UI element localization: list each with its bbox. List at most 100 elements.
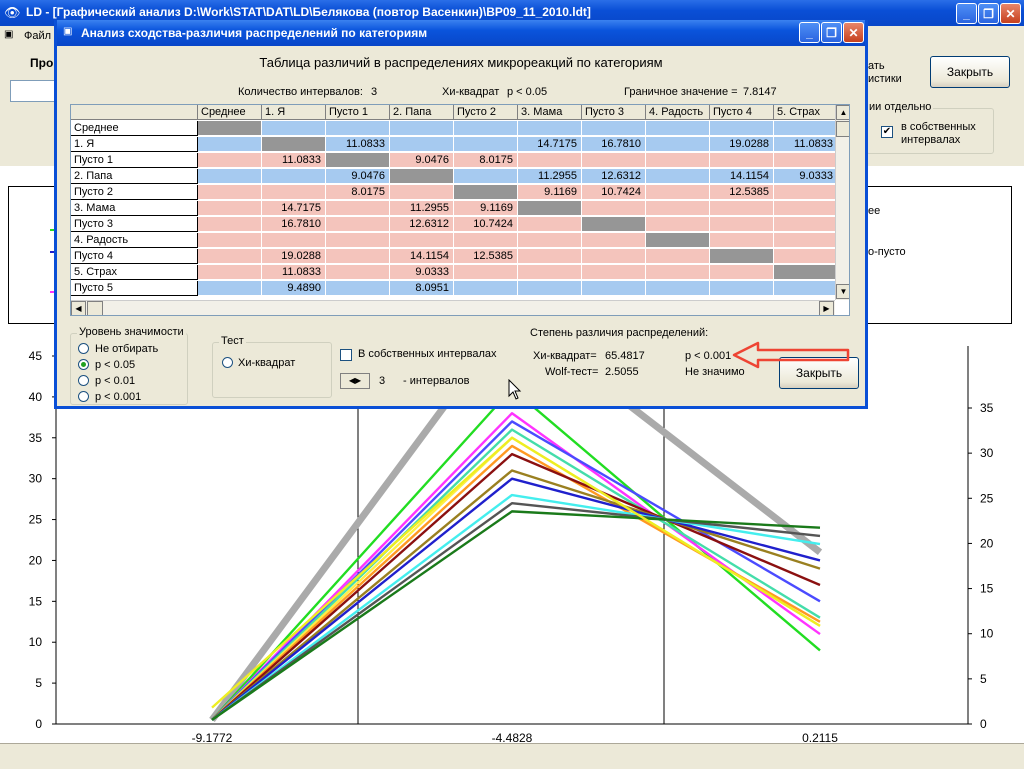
radio-p005[interactable]	[78, 359, 89, 370]
table-cell	[710, 249, 774, 264]
main-window-title: LD - [Графический анализ D:\Work\STAT\DA…	[26, 5, 591, 19]
y-right-tick-label: 35	[980, 401, 994, 415]
table-cell: 12.6312	[390, 217, 454, 232]
x-tick-label: -4.4828	[492, 731, 533, 743]
table-cell: 8.0951	[390, 281, 454, 296]
table-row-header: Пусто 1	[71, 153, 198, 168]
dialog-close-button[interactable]: ✕	[843, 22, 864, 43]
radio-no-filter[interactable]	[78, 343, 89, 354]
table-cell	[518, 249, 582, 264]
table-cell	[646, 201, 710, 216]
boundary-label: Граничное значение =	[624, 86, 738, 98]
table-cell: 8.0175	[326, 185, 390, 200]
minimize-button[interactable]: _	[956, 3, 977, 24]
table-cell: 11.0833	[774, 137, 835, 152]
maximize-button[interactable]: ❐	[978, 3, 999, 24]
dialog-maximize-button[interactable]: ❐	[821, 22, 842, 43]
table-vertical-scrollbar[interactable]: ▲ ▼	[835, 105, 849, 300]
table-cell: 9.4890	[262, 281, 326, 296]
result-chi-p: p < 0.001	[685, 350, 732, 362]
table-row-header: Среднее	[71, 121, 198, 136]
intervals-stepper-suffix: - интервалов	[403, 375, 470, 387]
table-cell	[454, 185, 518, 200]
table-title: Таблица различий в распределениях микрор…	[259, 55, 663, 70]
table-row-header: Пусто 2	[71, 185, 198, 200]
y-left-tick-label: 10	[29, 635, 43, 649]
table-cell	[710, 217, 774, 232]
table-cell: 8.0175	[454, 153, 518, 168]
own-intervals-checkbox[interactable]	[340, 349, 352, 361]
scroll-down-button[interactable]: ▼	[836, 284, 849, 299]
chi-label: Хи-квадрат	[442, 86, 500, 98]
table-column-header: Среднее	[198, 105, 262, 120]
radio-p0001[interactable]	[78, 391, 89, 402]
table-cell: 19.0288	[710, 137, 774, 152]
table-cell	[774, 281, 835, 296]
close-button[interactable]: ✕	[1000, 3, 1021, 24]
radio-p005-label: p < 0.05	[95, 359, 136, 371]
table-row-header: 3. Мама	[71, 201, 198, 216]
result-wolf-label: Wolf-тест=	[545, 366, 599, 378]
table-cell	[454, 281, 518, 296]
table-cell	[710, 121, 774, 136]
table-cell	[774, 201, 835, 216]
table-cell	[198, 281, 262, 296]
table-cell	[646, 265, 710, 280]
table-horizontal-scrollbar[interactable]: ◀ ▶	[71, 300, 835, 315]
menu-file[interactable]: Файл	[24, 30, 51, 42]
document-icon[interactable]: ▣	[4, 29, 13, 40]
table-cell	[198, 121, 262, 136]
intervals-label: Количество интервалов:	[238, 86, 363, 98]
y-left-tick-label: 30	[29, 472, 43, 486]
own-intervals-main-checkbox[interactable]: ✔	[881, 126, 893, 138]
boundary-value: 7.8147	[743, 86, 777, 98]
table-cell: 10.7424	[454, 217, 518, 232]
stats-button-label[interactable]: ать истики	[868, 60, 902, 86]
table-cell	[774, 233, 835, 248]
table-cell: 11.0833	[326, 137, 390, 152]
table-cell: 14.7175	[518, 137, 582, 152]
significance-group: Уровень значимости Не отбирать p < 0.05 …	[70, 326, 188, 405]
toolbar-input[interactable]	[10, 80, 58, 102]
radio-p001[interactable]	[78, 375, 89, 386]
table-cell	[646, 249, 710, 264]
table-cell	[774, 249, 835, 264]
table-cell: 9.1169	[518, 185, 582, 200]
hscroll-thumb[interactable]	[87, 301, 103, 315]
table-cell	[646, 153, 710, 168]
scroll-left-button[interactable]: ◀	[71, 301, 86, 315]
table-cell	[262, 185, 326, 200]
result-wolf-value: 2.5055	[605, 366, 639, 378]
table-cell	[326, 121, 390, 136]
y-right-tick-label: 25	[980, 491, 994, 505]
table-cell	[646, 137, 710, 152]
main-close-button[interactable]: Закрыть	[930, 56, 1010, 88]
table-cell	[774, 217, 835, 232]
radio-chi-square[interactable]	[222, 357, 233, 368]
table-cell	[326, 249, 390, 264]
intervals-stepper[interactable]: ◀▶	[340, 373, 370, 389]
dialog-minimize-button[interactable]: _	[799, 22, 820, 43]
table-cell	[710, 233, 774, 248]
table-column-header: 5. Страх	[774, 105, 835, 120]
table-cell	[390, 121, 454, 136]
table-cell: 12.5385	[454, 249, 518, 264]
scroll-up-button[interactable]: ▲	[836, 105, 849, 120]
table-cell	[390, 233, 454, 248]
table-cell	[582, 217, 646, 232]
table-row-header: 5. Страх	[71, 265, 198, 280]
table-cell	[262, 233, 326, 248]
table-cell	[518, 233, 582, 248]
status-bar	[0, 743, 1024, 769]
radio-chi-square-label: Хи-квадрат	[238, 357, 296, 369]
app-icon[interactable]: 👁	[4, 5, 21, 21]
toolbar-label: Про	[30, 56, 54, 70]
table-cell: 11.0833	[262, 265, 326, 280]
table-column-header: 3. Мама	[518, 105, 582, 120]
difference-table[interactable]: Среднее 1. Я Пусто 1 2. Папа Пусто 2 3. Мама П…	[70, 104, 850, 316]
table-column-header: 4. Радость	[646, 105, 710, 120]
table-column-header: Пусто 1	[326, 105, 390, 120]
scroll-right-button[interactable]: ▶	[819, 301, 834, 315]
radio-no-filter-label: Не отбирать	[95, 343, 159, 355]
scroll-thumb[interactable]	[836, 121, 849, 137]
